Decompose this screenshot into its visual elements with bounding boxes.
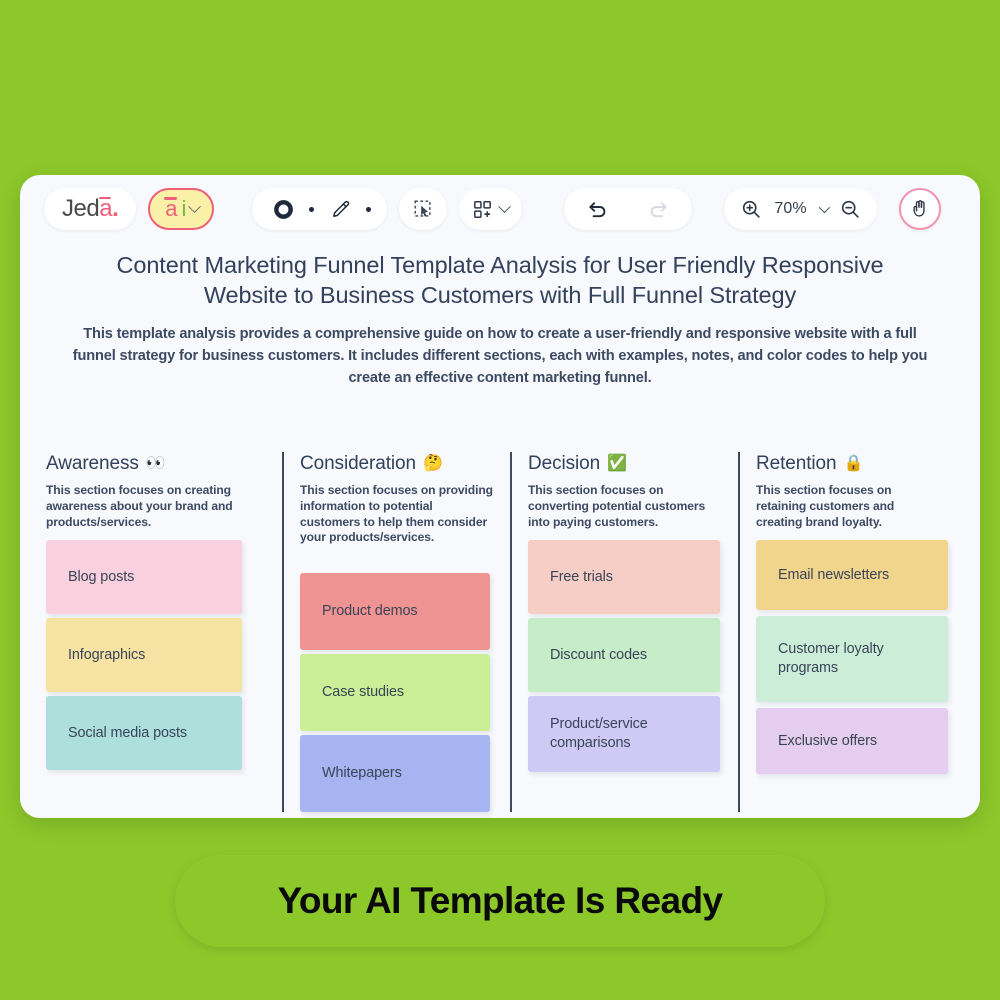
funnel-card-label: Blog posts <box>68 568 135 585</box>
funnel-card[interactable]: Free trials <box>528 540 720 615</box>
funnel-column-decision: Decision ✅ This section focuses on convert… <box>510 452 738 812</box>
zoom-control-group: 70% <box>724 188 877 230</box>
ai-badge-i: i <box>181 196 187 221</box>
funnel-column-awareness: Awareness 👀 This section focuses on creati… <box>46 452 282 812</box>
chevron-down-icon <box>188 199 202 213</box>
ai-mode-dropdown[interactable]: ai <box>148 188 215 230</box>
column-heading-label: Retention <box>756 453 837 474</box>
column-inner: Awareness 👀 This section focuses on creati… <box>46 452 266 771</box>
column-heading-label: Awareness <box>46 453 139 474</box>
column-inner: Decision ✅ This section focuses on convert… <box>510 452 722 773</box>
undo-arrow-icon[interactable] <box>586 197 610 221</box>
hand-icon <box>913 200 925 217</box>
redo-arrow-icon[interactable] <box>646 197 670 221</box>
funnel-card[interactable]: Discount codes <box>528 618 720 693</box>
history-group <box>564 188 693 230</box>
grid-plus-icon <box>474 200 492 218</box>
funnel-card-label: Discount codes <box>550 646 647 663</box>
funnel-card-label: Whitepapers <box>322 765 402 782</box>
pencil-icon <box>332 200 350 217</box>
column-divider <box>510 452 512 812</box>
logo-text-accent: a <box>99 195 113 222</box>
column-inner: Retention 🔒 This section focuses on retain… <box>738 452 948 775</box>
ready-banner: Your AI Template Is Ready <box>175 855 825 947</box>
column-heading-label: Decision <box>528 453 601 474</box>
pen-color-dot-icon[interactable] <box>366 206 372 212</box>
funnel-card-label: Product demos <box>322 603 418 620</box>
eyes-emoji: 👀 <box>145 455 166 472</box>
zoom-out-icon[interactable] <box>839 198 861 220</box>
shape-tool[interactable] <box>268 194 298 224</box>
chevron-down-icon[interactable] <box>818 201 830 214</box>
funnel-card[interactable]: Product/service comparisons <box>528 696 720 773</box>
column-description: This section focuses on providing inform… <box>300 483 493 545</box>
column-description: This section focuses on creating awarene… <box>46 483 233 529</box>
column-description: This section focuses on converting poten… <box>528 483 706 529</box>
funnel-card[interactable]: Social media posts <box>46 696 242 771</box>
funnel-column-retention: Retention 🔒 This section focuses on retain… <box>738 452 958 812</box>
column-divider <box>282 452 284 812</box>
app-window: Jed a. ai 70% Content Marketing Funnel T… <box>20 175 980 818</box>
funnel-card[interactable]: Email newsletters <box>756 540 948 611</box>
funnel-column-consideration: Consideration 🤔 This section focuses on pr… <box>282 452 510 813</box>
page-description: This template analysis provides a compre… <box>72 326 928 386</box>
column-description: This section focuses on retaining custom… <box>756 483 895 529</box>
column-heading: Awareness 👀 <box>46 452 266 476</box>
zoom-level-value[interactable]: 70% <box>774 200 806 218</box>
funnel-card-label: Free trials <box>550 568 613 585</box>
funnel-card-label: Case studies <box>322 684 404 701</box>
column-heading-label: Consideration <box>300 453 416 474</box>
funnel-card[interactable]: Customer loyalty programs <box>756 616 948 703</box>
funnel-card-label: Email newsletters <box>778 566 890 583</box>
funnel-card-label: Exclusive offers <box>778 732 877 749</box>
hand-pan-tool[interactable] <box>898 188 941 230</box>
canvas-document: Content Marketing Funnel Template Analys… <box>20 243 980 818</box>
shape-color-dot-icon[interactable] <box>309 206 315 212</box>
funnel-card[interactable]: Infographics <box>46 618 242 693</box>
check-mark-button-emoji: ✅ <box>607 455 627 472</box>
column-divider <box>738 452 740 812</box>
column-inner: Consideration 🤔 This section focuses on pr… <box>282 452 494 813</box>
funnel-card-label: Product/service comparisons <box>550 716 648 752</box>
column-heading: Retention 🔒 <box>756 452 942 476</box>
thinking-face-emoji: 🤔 <box>422 455 443 472</box>
toolbar: Jed a. ai 70% <box>20 175 980 243</box>
funnel-card[interactable]: Blog posts <box>46 540 242 615</box>
funnel-columns: Awareness 👀 This section focuses on creati… <box>46 452 958 813</box>
funnel-card[interactable]: Product demos <box>300 573 490 651</box>
logo-text-prefix: Jed <box>62 195 100 222</box>
lock-emoji: 🔒 <box>843 455 864 472</box>
marquee-cursor-icon <box>414 200 431 217</box>
column-heading: Consideration 🤔 <box>300 452 494 476</box>
pen-tool[interactable] <box>325 194 355 224</box>
zoom-in-icon[interactable] <box>740 198 762 220</box>
funnel-card[interactable]: Exclusive offers <box>756 708 948 775</box>
ready-banner-label: Your AI Template Is Ready <box>277 880 723 921</box>
drawing-tools-group <box>252 188 388 230</box>
marquee-select-tool[interactable] <box>399 188 448 230</box>
logo-text-dot: . <box>112 195 119 222</box>
funnel-card-label: Social media posts <box>68 724 187 741</box>
page-title: Content Marketing Funnel Template Analys… <box>116 252 884 308</box>
column-heading: Decision ✅ <box>528 452 722 476</box>
chevron-down-icon <box>498 199 512 213</box>
funnel-card-label: Infographics <box>68 646 146 663</box>
funnel-card-label: Customer loyalty programs <box>778 641 884 677</box>
app-logo[interactable]: Jed a. <box>44 188 137 230</box>
circle-ring-icon <box>274 199 293 219</box>
funnel-card[interactable]: Whitepapers <box>300 735 490 813</box>
elements-tool[interactable] <box>459 188 523 230</box>
funnel-card[interactable]: Case studies <box>300 654 490 732</box>
ai-badge-a: a <box>164 196 178 221</box>
